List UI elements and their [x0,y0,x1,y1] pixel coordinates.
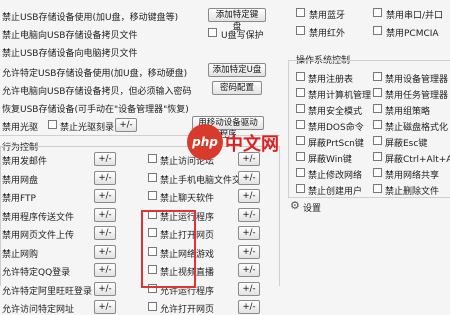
os-item-checkbox[interactable] [296,184,305,193]
behavior-item-check-label: 允许打开网页 [160,305,215,315]
restore-usb-label: 恢复USB存储设备(可手动在"设备管理器"恢复) [2,105,189,115]
os-item-checkbox-2[interactable] [373,72,382,81]
os-item-label-2: 屏蔽Ctrl+Alt+A键 [385,155,450,165]
behavior-item-toggle-button-2[interactable]: +/- [238,300,260,314]
os-item-checkbox-2[interactable] [373,168,382,177]
os-item-checkbox[interactable] [296,104,305,113]
os-item-label: 禁用DOS命令 [308,123,364,133]
watermark-text: 中文网 [225,134,279,155]
add-specific-usb-button[interactable]: 添加特定U盘 [208,63,266,77]
disable-cd-burn-checkbox[interactable] [48,120,57,129]
usb-write-protect-label: U盘写保护 [221,31,264,41]
behavior-item-toggle-button-2[interactable]: +/- [238,207,260,222]
os-item-label: 屏蔽PrtScn键 [308,139,364,149]
password-config-button[interactable]: 密码配置 [212,81,262,95]
disable-bluetooth-label: 禁用蓝牙 [309,11,346,21]
disable-serial-label: 禁用串口/并口 [386,11,444,21]
disable-cd-burn-label: 禁止光驱刻录 [60,123,115,133]
behavior-item-toggle-button[interactable]: +/- [94,170,116,185]
os-item-checkbox-2[interactable] [373,88,382,97]
behavior-item-label: 允许访问特定网址 [2,305,75,315]
behavior-item-checkbox[interactable] [148,172,157,182]
add-specific-keyboard-button[interactable]: 添加特定键盘 [208,8,266,32]
behavior-item-toggle-button[interactable]: +/- [94,244,116,259]
os-item-checkbox[interactable] [296,72,305,81]
os-item-checkbox[interactable] [296,88,305,97]
behavior-item-label: 禁用程序传送文件 [2,212,75,223]
behavior-item-toggle-button[interactable]: +/- [94,207,116,222]
behavior-item-checkbox[interactable] [148,191,157,200]
disable-pcmcia-checkbox[interactable] [373,26,382,35]
behavior-item-check-label: 禁止手机电脑文件交换 [160,175,251,186]
os-item-checkbox-2[interactable] [373,136,382,145]
usb-copy-to-device-label: 禁止电脑向USB存储设备拷贝文件 [2,31,138,41]
usb-write-protect-checkbox[interactable] [208,28,217,37]
behavior-item-toggle-button-2[interactable]: +/- [238,263,260,277]
highlight-box [141,210,196,288]
behavior-item-toggle-button-2[interactable]: +/- [238,244,260,259]
os-item-label-2: 禁止磁盘格式化 [385,123,449,133]
disable-serial-checkbox[interactable] [373,8,382,17]
usb-password-copy-label: 允许电脑向USB存储设备拷贝，但必须输入密码 [2,87,192,97]
os-item-label-2: 禁用组策略 [385,107,431,117]
os-item-label: 禁止创建用户 [308,187,363,197]
disable-infrared-checkbox[interactable] [296,26,305,35]
gear-icon: ⚙ [290,199,300,212]
os-item-checkbox-2[interactable] [373,104,382,113]
behavior-item-toggle-button[interactable]: +/- [94,263,116,277]
os-item-label: 禁用安全模式 [308,107,363,117]
behavior-item-toggle-button[interactable]: +/- [94,300,116,314]
behavior-item-checkbox[interactable] [148,154,157,163]
os-item-checkbox-2[interactable] [373,184,382,193]
cdrom-plus-minus-button[interactable]: +/- [115,118,137,132]
behavior-item-toggle-button-2[interactable]: +/- [238,226,260,240]
behavior-item-label: 禁用网盘 [2,175,39,186]
behavior-item-label: 禁用发邮件 [2,157,48,167]
os-item-checkbox[interactable] [296,136,305,145]
os-item-label-2: 屏蔽Esc键 [385,139,428,149]
behavior-item-check-label: 禁止聊天软件 [160,194,215,204]
os-item-checkbox[interactable] [296,152,305,161]
os-item-label-2: 禁用任务管理器 [385,91,449,101]
os-item-checkbox[interactable] [296,168,305,177]
os-item-checkbox[interactable] [296,120,305,129]
php-logo: php [187,124,223,160]
disable-bluetooth-checkbox[interactable] [296,8,305,17]
behavior-item-label: 允许特定阿里旺旺登录 [2,286,93,297]
os-item-checkbox-2[interactable] [373,152,382,161]
os-item-checkbox-2[interactable] [373,120,382,129]
behavior-item-toggle-button[interactable]: +/- [94,226,116,240]
behavior-item-label: 允许特定QQ登录 [2,268,71,278]
os-item-label: 禁用计算机管理 [308,91,372,101]
behavior-item-toggle-button-2[interactable]: +/- [238,189,260,203]
behavior-item-label: 禁用FTP [2,194,36,204]
os-item-label: 屏蔽Win键 [308,155,352,165]
disable-infrared-label: 禁用红外 [309,29,346,39]
behavior-item-toggle-button[interactable]: +/- [94,152,116,166]
disable-cdrom-label: 禁用光驱 [2,123,39,133]
behavior-item-toggle-button[interactable]: +/- [94,189,116,203]
os-item-label: 禁止修改网络 [308,171,363,181]
usb-copy-from-device-label: 禁止USB存储设备向电脑拷贝文件 [2,49,138,59]
disable-pcmcia-label: 禁用PCMCIA [386,29,439,39]
behavior-item-label: 禁用网页文件上传 [2,231,75,241]
os-item-label-2: 禁用设备管理器 [385,75,449,85]
os-item-label: 禁用注册表 [308,75,354,85]
settings-title: 设置 [303,204,322,214]
behavior-item-toggle-button-2[interactable]: +/- [238,170,260,185]
behavior-item-checkbox[interactable] [148,302,157,311]
usb-disable-label: 禁止USB存储设备使用(加U盘，移动键盘等) [2,13,179,23]
behavior-item-label: 禁止网购 [2,249,39,260]
os-item-label-2: 禁用网络共享 [385,171,440,181]
os-item-label-2: 禁止删除文件 [385,187,440,197]
allow-specific-usb-label: 允许特定USB存储设备使用(加U盘，移动硬盘) [2,69,188,79]
